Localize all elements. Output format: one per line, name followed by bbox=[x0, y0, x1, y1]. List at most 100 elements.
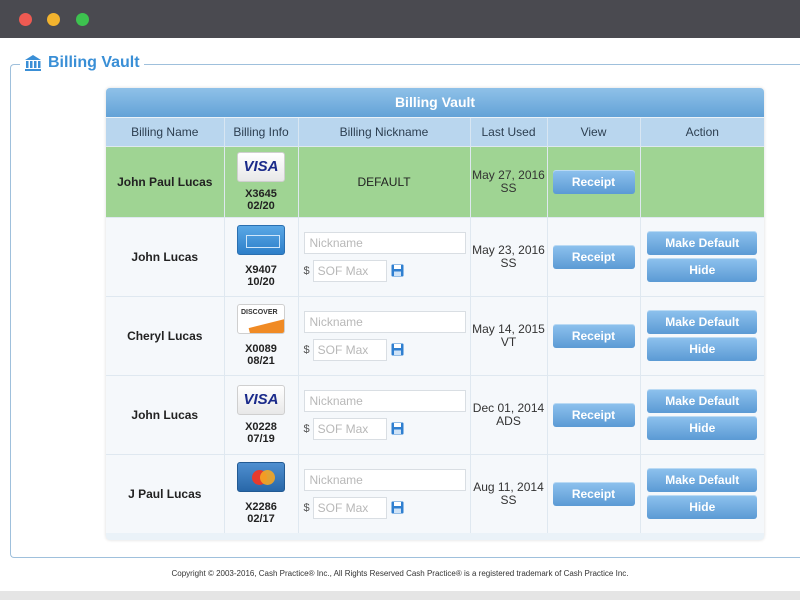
nickname-input[interactable] bbox=[303, 310, 466, 333]
bottom-strip bbox=[0, 591, 800, 600]
last-used-by: SS bbox=[500, 492, 517, 507]
last-used-by: ADS bbox=[496, 413, 521, 428]
sof-max-input[interactable] bbox=[312, 338, 387, 361]
hide-button[interactable]: Hide bbox=[647, 337, 758, 361]
mastercard-card-icon bbox=[237, 462, 285, 493]
action-cell: Make Default Hide bbox=[640, 295, 764, 375]
nickname-input[interactable] bbox=[303, 389, 466, 412]
sof-line: $ bbox=[304, 259, 470, 282]
action-cell bbox=[640, 145, 764, 217]
billing-nickname: DEFAULT bbox=[298, 145, 471, 217]
hide-button[interactable]: Hide bbox=[647, 495, 758, 520]
discover-card-icon: DISCOVER bbox=[237, 304, 285, 334]
save-icon[interactable] bbox=[391, 422, 404, 435]
last-used: May 23, 2016 SS bbox=[470, 216, 548, 296]
amex-card-icon bbox=[237, 225, 285, 255]
action-cell: Make Default Hide bbox=[640, 453, 764, 533]
billing-name: John Lucas bbox=[106, 216, 225, 296]
receipt-button[interactable]: Receipt bbox=[552, 169, 635, 194]
view-cell: Receipt bbox=[547, 295, 641, 375]
table-row: John Lucas VISA X0228 07/19 $ bbox=[106, 374, 764, 454]
action-cell: Make Default Hide bbox=[640, 374, 764, 454]
card-expiry: 07/19 bbox=[247, 432, 275, 445]
billing-info: DISCOVER X0089 08/21 bbox=[224, 295, 299, 375]
last-used-date: Dec 01, 2014 bbox=[472, 400, 545, 415]
panel-title: Billing Vault bbox=[106, 88, 764, 117]
column-header: Action bbox=[640, 118, 764, 146]
column-header: View bbox=[547, 118, 641, 146]
column-header: Billing Info bbox=[224, 118, 299, 146]
save-icon[interactable] bbox=[391, 264, 404, 277]
card-expiry: 10/20 bbox=[247, 276, 275, 288]
receipt-button[interactable]: Receipt bbox=[552, 244, 635, 269]
last-used-by: VT bbox=[500, 334, 517, 349]
currency-symbol: $ bbox=[303, 501, 310, 514]
nickname-input[interactable] bbox=[303, 231, 466, 254]
window-titlebar bbox=[0, 0, 800, 38]
hide-button[interactable]: Hide bbox=[647, 258, 758, 282]
billing-table: Billing Name Billing Info Billing Nickna… bbox=[106, 118, 764, 533]
section-title: Billing Vault bbox=[20, 54, 144, 72]
last-used-date: May 27, 2016 bbox=[472, 167, 545, 182]
make-default-button[interactable]: Make Default bbox=[647, 310, 758, 334]
make-default-button[interactable]: Make Default bbox=[647, 231, 758, 255]
hide-button[interactable]: Hide bbox=[647, 416, 758, 440]
visa-card-icon: VISA bbox=[237, 151, 285, 182]
action-cell: Make Default Hide bbox=[640, 216, 764, 296]
currency-symbol: $ bbox=[303, 343, 310, 356]
card-number: X0089 bbox=[245, 343, 277, 355]
last-used-by: SS bbox=[500, 180, 517, 195]
last-used: May 27, 2016 SS bbox=[470, 145, 548, 217]
last-used-date: May 23, 2016 bbox=[472, 242, 545, 257]
section-title-label: Billing Vault bbox=[48, 54, 140, 71]
copyright-footer: Copyright © 2003-2016, Cash Practice® In… bbox=[171, 569, 629, 578]
receipt-button[interactable]: Receipt bbox=[552, 323, 635, 348]
column-header: Billing Name bbox=[106, 118, 225, 146]
card-number: X2286 bbox=[245, 501, 277, 514]
discover-card-label: DISCOVER bbox=[241, 309, 278, 316]
receipt-button[interactable]: Receipt bbox=[552, 481, 635, 506]
save-icon[interactable] bbox=[391, 501, 404, 514]
sof-line: $ bbox=[303, 496, 470, 519]
billing-info: X2286 02/17 bbox=[224, 453, 299, 533]
page-content: Billing Vault Billing Vault Billing Name… bbox=[0, 38, 800, 600]
billing-nickname: $ bbox=[298, 295, 471, 375]
table-row: John Lucas X9407 10/20 $ bbox=[106, 216, 764, 296]
billing-nickname: $ bbox=[298, 216, 471, 296]
column-header: Last Used bbox=[470, 118, 548, 146]
sof-max-input[interactable] bbox=[312, 417, 387, 440]
billing-nickname: $ bbox=[298, 453, 471, 533]
table-row: J Paul Lucas X2286 02/17 $ bbox=[106, 453, 764, 533]
billing-vault-panel: Billing Vault Billing Name Billing Info … bbox=[106, 88, 764, 540]
minimize-window-button[interactable] bbox=[47, 13, 60, 26]
billing-info: X9407 10/20 bbox=[224, 216, 299, 296]
card-expiry: 02/20 bbox=[247, 199, 275, 212]
save-icon[interactable] bbox=[391, 343, 404, 356]
view-cell: Receipt bbox=[547, 216, 641, 296]
billing-nickname: $ bbox=[298, 374, 471, 454]
currency-symbol: $ bbox=[303, 422, 310, 435]
table-row-default: John Paul Lucas VISA X3645 02/20 DEFAULT… bbox=[106, 145, 764, 217]
make-default-button[interactable]: Make Default bbox=[647, 389, 758, 413]
sof-max-input[interactable] bbox=[312, 259, 387, 282]
receipt-button[interactable]: Receipt bbox=[552, 402, 635, 427]
card-number: X9407 bbox=[245, 264, 277, 276]
last-used: Dec 01, 2014 ADS bbox=[470, 374, 548, 454]
last-used-by: SS bbox=[500, 255, 517, 270]
make-default-button[interactable]: Make Default bbox=[647, 468, 758, 493]
card-expiry: 08/21 bbox=[247, 355, 275, 367]
billing-name: John Lucas bbox=[106, 374, 225, 454]
billing-info: VISA X3645 02/20 bbox=[224, 145, 299, 217]
sof-max-input[interactable] bbox=[312, 496, 387, 519]
last-used: Aug 11, 2014 SS bbox=[470, 453, 548, 533]
table-header-row: Billing Name Billing Info Billing Nickna… bbox=[106, 118, 764, 146]
column-header: Billing Nickname bbox=[298, 118, 471, 146]
visa-card-icon: VISA bbox=[237, 384, 285, 415]
close-window-button[interactable] bbox=[19, 13, 32, 26]
sof-line: $ bbox=[303, 338, 470, 361]
view-cell: Receipt bbox=[547, 374, 641, 454]
table-row: Cheryl Lucas DISCOVER X0089 08/21 $ bbox=[106, 295, 764, 375]
last-used-date: May 14, 2015 bbox=[472, 321, 545, 336]
maximize-window-button[interactable] bbox=[76, 13, 89, 26]
nickname-input[interactable] bbox=[303, 468, 466, 491]
